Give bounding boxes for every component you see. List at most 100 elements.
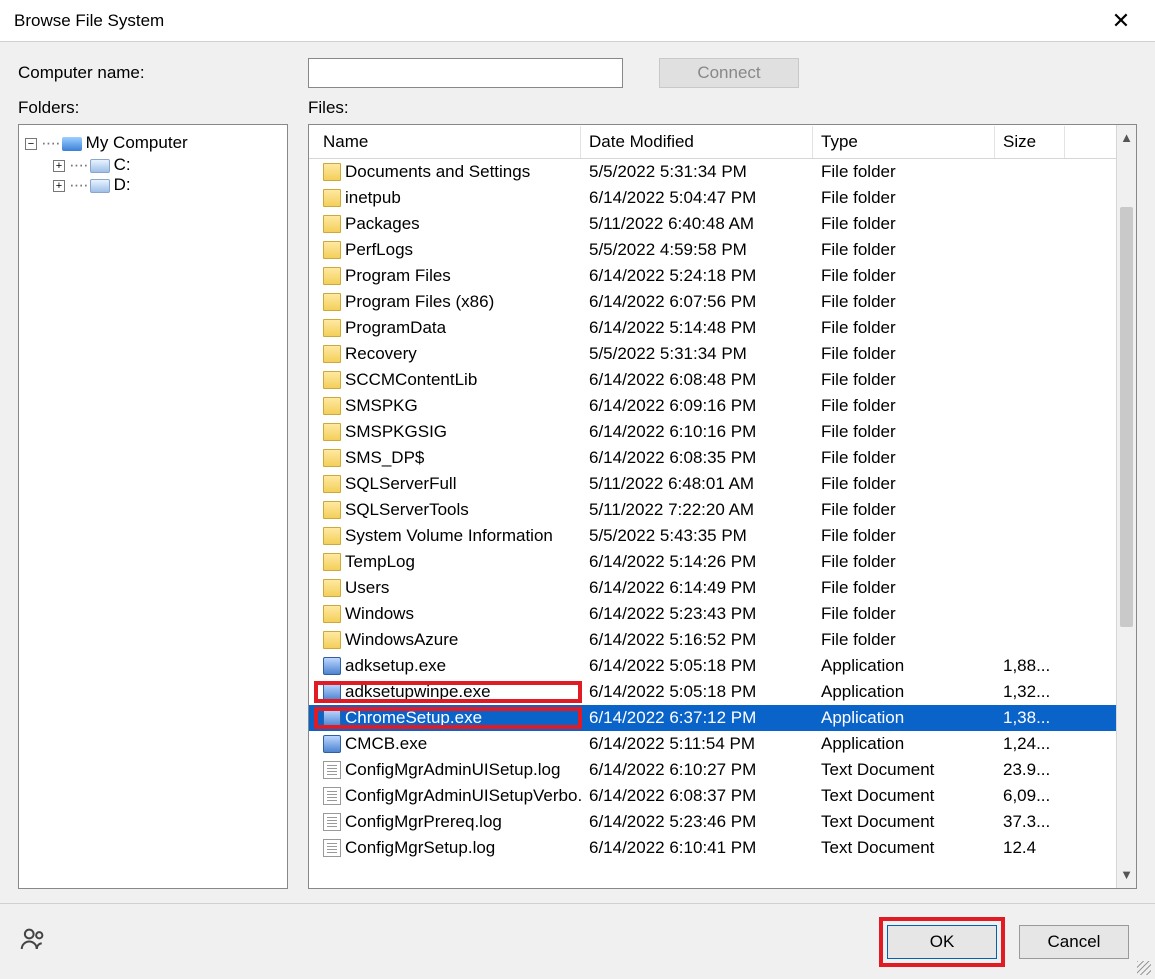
folder-icon — [323, 449, 341, 467]
file-row[interactable]: ConfigMgrPrereq.log6/14/2022 5:23:46 PMT… — [309, 809, 1116, 835]
file-type: Application — [813, 708, 995, 728]
file-date: 6/14/2022 6:14:49 PM — [581, 578, 813, 598]
file-date: 5/5/2022 5:31:34 PM — [581, 344, 813, 364]
files-panel: Name Date Modified Type Size Documents a… — [308, 124, 1137, 889]
scroll-track[interactable] — [1117, 147, 1136, 866]
folder-icon — [323, 267, 341, 285]
file-date: 6/14/2022 5:14:26 PM — [581, 552, 813, 572]
folder-icon — [323, 527, 341, 545]
folder-icon — [323, 215, 341, 233]
file-name: Recovery — [345, 344, 417, 364]
tree-node-drive[interactable]: +····C: — [53, 155, 281, 175]
file-type: Text Document — [813, 812, 995, 832]
folder-icon — [323, 553, 341, 571]
file-row[interactable]: Program Files6/14/2022 5:24:18 PMFile fo… — [309, 263, 1116, 289]
folder-tree[interactable]: −····My Computer +····C:+····D: — [18, 124, 288, 889]
file-row[interactable]: ConfigMgrAdminUISetupVerbo...6/14/2022 6… — [309, 783, 1116, 809]
file-size: 1,88... — [995, 656, 1065, 676]
files-list[interactable]: Documents and Settings 5/5/2022 5:31:34 P… — [309, 159, 1116, 888]
file-row[interactable]: Documents and Settings5/5/2022 5:31:34 P… — [309, 159, 1116, 185]
file-type: File folder — [813, 396, 995, 416]
file-date: 6/14/2022 6:08:37 PM — [581, 786, 813, 806]
ok-button[interactable]: OK — [887, 925, 997, 959]
file-row[interactable]: Packages5/11/2022 6:40:48 AMFile folder — [309, 211, 1116, 237]
scroll-thumb[interactable] — [1120, 207, 1133, 627]
scroll-down-icon[interactable]: ▼ — [1120, 866, 1133, 884]
file-name: Users — [345, 578, 389, 598]
file-row[interactable]: SMSPKG6/14/2022 6:09:16 PMFile folder — [309, 393, 1116, 419]
tree-node-label: C: — [114, 155, 131, 174]
scroll-up-icon[interactable]: ▲ — [1120, 129, 1133, 147]
file-row[interactable]: SCCMContentLib6/14/2022 6:08:48 PMFile f… — [309, 367, 1116, 393]
column-date[interactable]: Date Modified — [581, 126, 813, 158]
file-row[interactable]: adksetupwinpe.exe6/14/2022 5:05:18 PMApp… — [309, 679, 1116, 705]
document-icon — [323, 787, 341, 805]
file-name: SQLServerTools — [345, 500, 469, 520]
file-date: 5/11/2022 6:40:48 AM — [581, 214, 813, 234]
column-name[interactable]: Name — [315, 126, 581, 158]
column-type[interactable]: Type — [813, 126, 995, 158]
collapse-icon[interactable]: − — [25, 138, 37, 150]
file-name: ConfigMgrPrereq.log — [345, 812, 502, 832]
folder-icon — [323, 163, 341, 181]
file-type: File folder — [813, 630, 995, 650]
file-row[interactable]: CMCB.exe6/14/2022 5:11:54 PMApplication1… — [309, 731, 1116, 757]
file-row[interactable]: TempLog6/14/2022 5:14:26 PMFile folder — [309, 549, 1116, 575]
file-row[interactable]: ChromeSetup.exe6/14/2022 6:37:12 PMAppli… — [309, 705, 1116, 731]
file-row[interactable]: ProgramData6/14/2022 5:14:48 PMFile fold… — [309, 315, 1116, 341]
file-date: 6/14/2022 6:10:41 PM — [581, 838, 813, 858]
tree-node-my-computer[interactable]: −····My Computer +····C:+····D: — [25, 133, 281, 195]
expand-icon[interactable]: + — [53, 160, 65, 172]
file-name: Windows — [345, 604, 414, 624]
application-icon — [323, 657, 341, 675]
file-name: System Volume Information — [345, 526, 553, 546]
scrollbar[interactable]: ▲ ▼ — [1116, 125, 1136, 888]
file-row[interactable]: Program Files (x86)6/14/2022 6:07:56 PMF… — [309, 289, 1116, 315]
tree-node-label: My Computer — [86, 133, 188, 152]
file-type: File folder — [813, 240, 995, 260]
file-row[interactable]: adksetup.exe6/14/2022 5:05:18 PMApplicat… — [309, 653, 1116, 679]
people-icon[interactable] — [18, 924, 48, 959]
file-row[interactable]: ConfigMgrAdminUISetup.log6/14/2022 6:10:… — [309, 757, 1116, 783]
file-row[interactable]: SMSPKGSIG6/14/2022 6:10:16 PMFile folder — [309, 419, 1116, 445]
folder-icon — [323, 475, 341, 493]
document-icon — [323, 761, 341, 779]
file-row[interactable]: WindowsAzure6/14/2022 5:16:52 PMFile fol… — [309, 627, 1116, 653]
file-type: File folder — [813, 162, 995, 182]
file-row[interactable]: Recovery5/5/2022 5:31:34 PMFile folder — [309, 341, 1116, 367]
close-icon[interactable]: ✕ — [1101, 10, 1141, 32]
file-date: 6/14/2022 5:23:43 PM — [581, 604, 813, 624]
file-size: 23.9... — [995, 760, 1065, 780]
file-size: 37.3... — [995, 812, 1065, 832]
cancel-button[interactable]: Cancel — [1019, 925, 1129, 959]
file-name: Documents and Settings — [345, 162, 530, 182]
file-row[interactable]: ConfigMgrSetup.log6/14/2022 6:10:41 PMTe… — [309, 835, 1116, 861]
column-size[interactable]: Size — [995, 126, 1065, 158]
file-row[interactable]: PerfLogs5/5/2022 4:59:58 PMFile folder — [309, 237, 1116, 263]
file-type: Application — [813, 656, 995, 676]
file-row[interactable]: SMS_DP$6/14/2022 6:08:35 PMFile folder — [309, 445, 1116, 471]
file-type: Text Document — [813, 760, 995, 780]
file-date: 6/14/2022 5:05:18 PM — [581, 682, 813, 702]
file-date: 6/14/2022 6:07:56 PM — [581, 292, 813, 312]
file-type: File folder — [813, 370, 995, 390]
expand-icon[interactable]: + — [53, 180, 65, 192]
file-row[interactable]: System Volume Information5/5/2022 5:43:3… — [309, 523, 1116, 549]
file-type: Application — [813, 734, 995, 754]
application-icon — [323, 683, 341, 701]
file-row[interactable]: SQLServerTools5/11/2022 7:22:20 AMFile f… — [309, 497, 1116, 523]
file-date: 5/11/2022 6:48:01 AM — [581, 474, 813, 494]
file-name: ChromeSetup.exe — [345, 708, 482, 728]
file-name: adksetupwinpe.exe — [345, 682, 491, 702]
file-name: CMCB.exe — [345, 734, 427, 754]
file-row[interactable]: SQLServerFull5/11/2022 6:48:01 AMFile fo… — [309, 471, 1116, 497]
titlebar: Browse File System ✕ — [0, 0, 1155, 42]
computer-name-input[interactable] — [308, 58, 623, 88]
file-row[interactable]: Windows6/14/2022 5:23:43 PMFile folder — [309, 601, 1116, 627]
file-row[interactable]: Users6/14/2022 6:14:49 PMFile folder — [309, 575, 1116, 601]
resize-grip-icon[interactable] — [1137, 961, 1151, 975]
file-date: 5/5/2022 4:59:58 PM — [581, 240, 813, 260]
connect-button[interactable]: Connect — [659, 58, 799, 88]
tree-node-drive[interactable]: +····D: — [53, 175, 281, 195]
file-row[interactable]: inetpub6/14/2022 5:04:47 PMFile folder — [309, 185, 1116, 211]
